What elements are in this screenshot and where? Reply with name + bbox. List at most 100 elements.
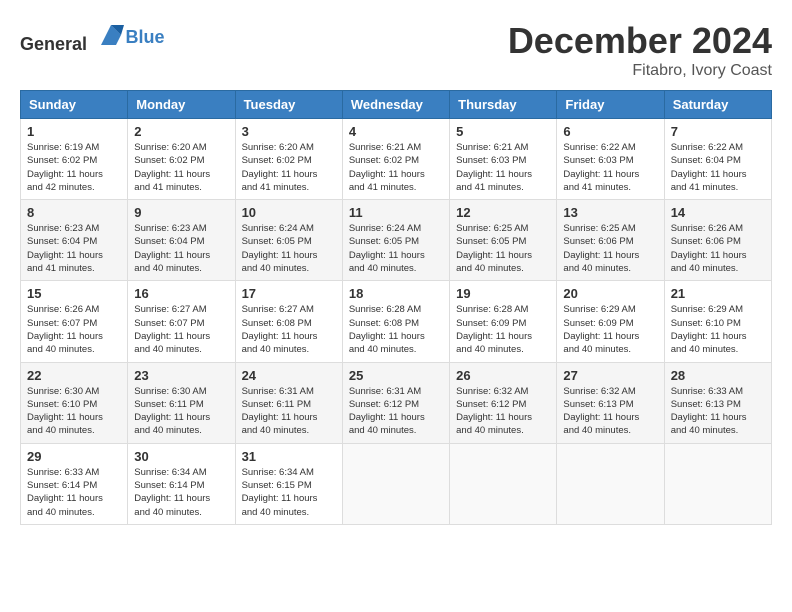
day-info: Sunrise: 6:33 AMSunset: 6:14 PMDaylight:… [27,466,121,519]
calendar-cell: 30 Sunrise: 6:34 AMSunset: 6:14 PMDayligh… [128,443,235,524]
calendar-cell: 3 Sunrise: 6:20 AMSunset: 6:02 PMDaylight… [235,119,342,200]
day-info: Sunrise: 6:21 AMSunset: 6:02 PMDaylight:… [349,141,443,194]
calendar-cell: 12 Sunrise: 6:25 AMSunset: 6:05 PMDayligh… [450,200,557,281]
day-info: Sunrise: 6:19 AMSunset: 6:02 PMDaylight:… [27,141,121,194]
header-tuesday: Tuesday [235,91,342,119]
calendar-cell [664,443,771,524]
logo-icon [96,20,126,50]
day-number: 4 [349,124,443,139]
header-friday: Friday [557,91,664,119]
calendar-cell: 27Sunrise: 6:32 AMSunset: 6:13 PMDayligh… [557,362,664,443]
calendar-cell: 13 Sunrise: 6:25 AMSunset: 6:06 PMDayligh… [557,200,664,281]
day-number: 20 [563,286,657,301]
day-number: 27 [563,368,657,383]
day-info: Sunrise: 6:26 AMSunset: 6:06 PMDaylight:… [671,222,765,275]
day-number: 14 [671,205,765,220]
calendar-cell: 10 Sunrise: 6:24 AMSunset: 6:05 PMDayligh… [235,200,342,281]
day-number: 19 [456,286,550,301]
calendar-cell: 6Sunrise: 6:22 AMSunset: 6:03 PMDaylight… [557,119,664,200]
day-number: 7 [671,124,765,139]
day-info: Sunrise: 6:33 AMSunset: 6:13 PMDaylight:… [671,385,765,438]
day-number: 10 [242,205,336,220]
day-info: Sunrise: 6:24 AMSunset: 6:05 PMDaylight:… [242,222,336,275]
calendar-cell: 9 Sunrise: 6:23 AMSunset: 6:04 PMDaylight… [128,200,235,281]
calendar-cell: 1 Sunrise: 6:19 AMSunset: 6:02 PMDaylight… [21,119,128,200]
calendar-cell: 16 Sunrise: 6:27 AMSunset: 6:07 PMDayligh… [128,281,235,362]
header-thursday: Thursday [450,91,557,119]
calendar-cell: 21Sunrise: 6:29 AMSunset: 6:10 PMDayligh… [664,281,771,362]
day-number: 6 [563,124,657,139]
day-number: 18 [349,286,443,301]
header: General Blue December 2024 Fitabro, Ivor… [20,20,772,80]
day-info: Sunrise: 6:24 AMSunset: 6:05 PMDaylight:… [349,222,443,275]
title-area: December 2024 Fitabro, Ivory Coast [508,20,772,80]
calendar-cell: 31Sunrise: 6:34 AMSunset: 6:15 PMDayligh… [235,443,342,524]
calendar-cell: 5Sunrise: 6:21 AMSunset: 6:03 PMDaylight… [450,119,557,200]
header-wednesday: Wednesday [342,91,449,119]
day-number: 16 [134,286,228,301]
calendar-week-1: 1 Sunrise: 6:19 AMSunset: 6:02 PMDaylight… [21,119,772,200]
day-number: 25 [349,368,443,383]
calendar-cell: 15Sunrise: 6:26 AMSunset: 6:07 PMDayligh… [21,281,128,362]
day-number: 30 [134,449,228,464]
calendar-table: Sunday Monday Tuesday Wednesday Thursday… [20,90,772,525]
day-number: 3 [242,124,336,139]
day-info: Sunrise: 6:34 AMSunset: 6:15 PMDaylight:… [242,466,336,519]
day-number: 24 [242,368,336,383]
day-number: 1 [27,124,121,139]
calendar-title: December 2024 [508,20,772,62]
day-info: Sunrise: 6:30 AMSunset: 6:10 PMDaylight:… [27,385,121,438]
day-number: 26 [456,368,550,383]
day-number: 2 [134,124,228,139]
day-info: Sunrise: 6:20 AMSunset: 6:02 PMDaylight:… [134,141,228,194]
calendar-week-3: 15Sunrise: 6:26 AMSunset: 6:07 PMDayligh… [21,281,772,362]
calendar-week-4: 22 Sunrise: 6:30 AMSunset: 6:10 PMDayligh… [21,362,772,443]
day-number: 9 [134,205,228,220]
day-info: Sunrise: 6:34 AMSunset: 6:14 PMDaylight:… [134,466,228,519]
calendar-cell: 7 Sunrise: 6:22 AMSunset: 6:04 PMDaylight… [664,119,771,200]
day-info: Sunrise: 6:23 AMSunset: 6:04 PMDaylight:… [27,222,121,275]
day-info: Sunrise: 6:23 AMSunset: 6:04 PMDaylight:… [134,222,228,275]
day-info: Sunrise: 6:22 AMSunset: 6:04 PMDaylight:… [671,141,765,194]
calendar-cell [450,443,557,524]
day-number: 8 [27,205,121,220]
calendar-cell: 8 Sunrise: 6:23 AMSunset: 6:04 PMDaylight… [21,200,128,281]
day-number: 22 [27,368,121,383]
day-info: Sunrise: 6:25 AMSunset: 6:06 PMDaylight:… [563,222,657,275]
day-info: Sunrise: 6:20 AMSunset: 6:02 PMDaylight:… [242,141,336,194]
calendar-week-2: 8 Sunrise: 6:23 AMSunset: 6:04 PMDaylight… [21,200,772,281]
calendar-cell: 19Sunrise: 6:28 AMSunset: 6:09 PMDayligh… [450,281,557,362]
calendar-cell: 25Sunrise: 6:31 AMSunset: 6:12 PMDayligh… [342,362,449,443]
calendar-cell: 4 Sunrise: 6:21 AMSunset: 6:02 PMDaylight… [342,119,449,200]
day-info: Sunrise: 6:27 AMSunset: 6:07 PMDaylight:… [134,303,228,356]
day-number: 5 [456,124,550,139]
day-info: Sunrise: 6:25 AMSunset: 6:05 PMDaylight:… [456,222,550,275]
header-saturday: Saturday [664,91,771,119]
calendar-cell: 28 Sunrise: 6:33 AMSunset: 6:13 PMDayligh… [664,362,771,443]
calendar-cell: 22 Sunrise: 6:30 AMSunset: 6:10 PMDayligh… [21,362,128,443]
day-info: Sunrise: 6:30 AMSunset: 6:11 PMDaylight:… [134,385,228,438]
day-number: 11 [349,205,443,220]
day-number: 17 [242,286,336,301]
day-number: 13 [563,205,657,220]
calendar-cell: 29 Sunrise: 6:33 AMSunset: 6:14 PMDayligh… [21,443,128,524]
logo-general: General [20,34,87,54]
calendar-cell: 20 Sunrise: 6:29 AMSunset: 6:09 PMDayligh… [557,281,664,362]
day-number: 29 [27,449,121,464]
calendar-body: 1 Sunrise: 6:19 AMSunset: 6:02 PMDaylight… [21,119,772,525]
logo: General Blue [20,20,165,55]
calendar-cell: 26Sunrise: 6:32 AMSunset: 6:12 PMDayligh… [450,362,557,443]
day-info: Sunrise: 6:29 AMSunset: 6:09 PMDaylight:… [563,303,657,356]
day-info: Sunrise: 6:27 AMSunset: 6:08 PMDaylight:… [242,303,336,356]
calendar-cell: 14 Sunrise: 6:26 AMSunset: 6:06 PMDayligh… [664,200,771,281]
calendar-cell: 17 Sunrise: 6:27 AMSunset: 6:08 PMDayligh… [235,281,342,362]
day-number: 15 [27,286,121,301]
day-info: Sunrise: 6:28 AMSunset: 6:08 PMDaylight:… [349,303,443,356]
day-number: 12 [456,205,550,220]
calendar-cell: 23Sunrise: 6:30 AMSunset: 6:11 PMDayligh… [128,362,235,443]
calendar-cell [557,443,664,524]
day-number: 28 [671,368,765,383]
calendar-cell: 18 Sunrise: 6:28 AMSunset: 6:08 PMDayligh… [342,281,449,362]
header-monday: Monday [128,91,235,119]
logo-blue: Blue [126,27,165,47]
